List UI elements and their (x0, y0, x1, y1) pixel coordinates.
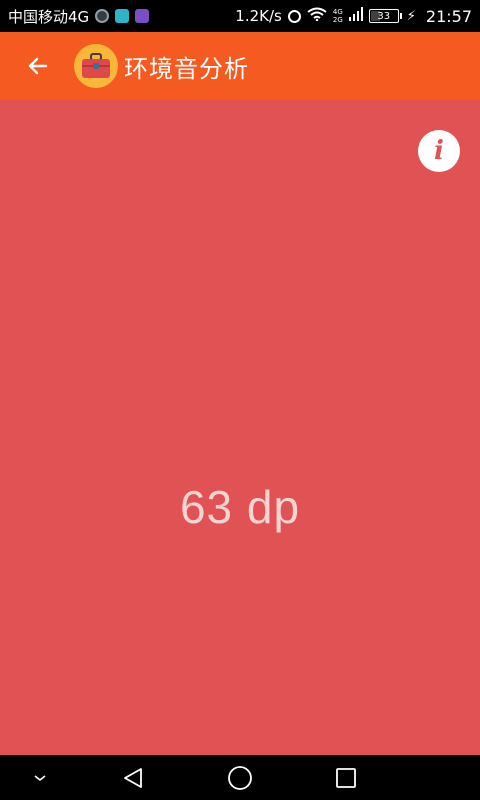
back-triangle-icon (124, 767, 142, 788)
page-title: 环境音分析 (124, 54, 249, 83)
sound-level-panel: i 63 dp (0, 100, 480, 755)
wifi-icon (307, 7, 327, 25)
notification-icon (95, 9, 110, 23)
network-type-icon: 4G 2G (333, 8, 343, 24)
alarm-icon (287, 9, 301, 23)
net-speed: 1.2K/s (235, 7, 282, 25)
signal-icon (348, 7, 363, 25)
chevron-down-icon (34, 774, 46, 781)
recents-square-icon (336, 767, 356, 788)
sound-level-reading: 63 dp (179, 481, 301, 533)
navigation-bar (0, 755, 480, 800)
status-right: 1.2K/s 4G 2G 33 ⚡ 21:57 (235, 7, 472, 26)
toolbox-icon (82, 53, 110, 78)
status-bar: 中国移动4G 1.2K/s 4G 2G 33 ⚡ 21:57 (0, 0, 480, 32)
network-type-bottom: 2G (332, 16, 343, 24)
carrier-label: 中国移动4G (8, 7, 90, 26)
nav-hide-button[interactable] (10, 755, 70, 800)
battery-icon: 33 (368, 9, 402, 23)
nav-home-button[interactable] (210, 755, 270, 800)
phone-screen: 中国移动4G 1.2K/s 4G 2G 33 ⚡ 21:57 环境音分析 i 6… (0, 0, 480, 800)
app-bar: 环境音分析 (0, 32, 480, 100)
battery-level: 33 (377, 10, 391, 22)
arrow-left-icon (28, 57, 48, 75)
home-circle-icon (228, 765, 252, 790)
nav-recents-button[interactable] (316, 755, 376, 800)
app-logo (74, 44, 118, 88)
back-button[interactable] (18, 46, 58, 86)
info-button[interactable]: i (418, 130, 460, 172)
network-type-top: 4G (332, 8, 343, 16)
status-left: 中国移动4G (8, 6, 150, 27)
clock: 21:57 (425, 6, 472, 26)
info-icon: i (434, 136, 444, 166)
nav-back-button[interactable] (103, 755, 163, 800)
gallery-icon (135, 9, 150, 23)
cloud-app-icon (115, 9, 130, 23)
charging-icon: ⚡ (406, 8, 416, 24)
